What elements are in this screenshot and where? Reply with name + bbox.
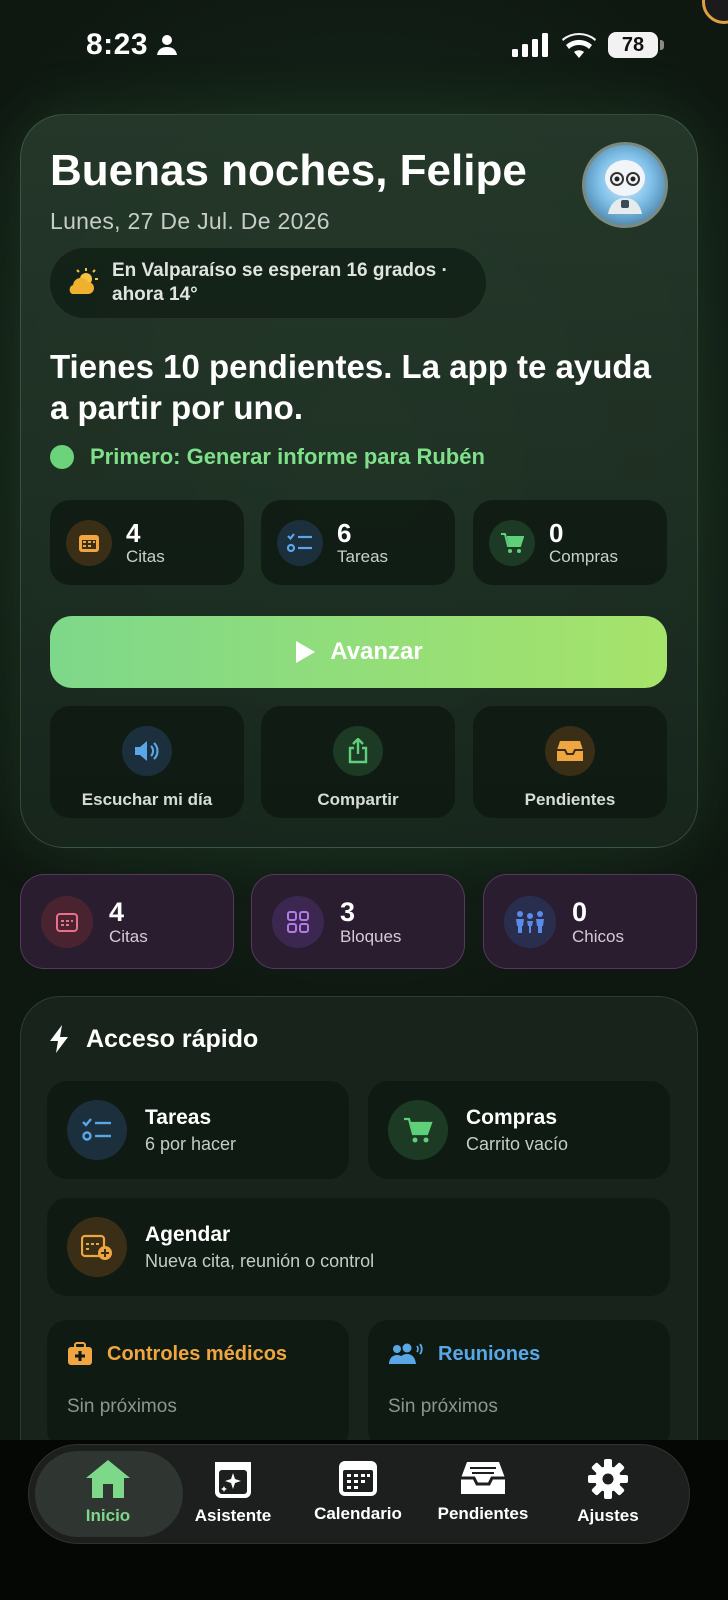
quick-subtitle: Carrito vacío (466, 1133, 569, 1154)
medical-controls-title: Controles médicos (107, 1342, 288, 1365)
nav-pendientes[interactable]: Pendientes (421, 1458, 545, 1524)
nav-label: Ajustes (577, 1506, 639, 1525)
stat-value: 4 (126, 517, 141, 548)
share-icon (333, 726, 383, 776)
calendar-icon (66, 519, 112, 566)
summary-label: Chicos (572, 926, 624, 946)
quick-agendar[interactable]: Agendar Nueva cita, reunión o control (47, 1198, 670, 1296)
grid-icon (272, 895, 324, 948)
meetings-subtitle: Sin próximos (388, 1396, 498, 1417)
bolt-icon (50, 1025, 68, 1053)
quick-access-title: Acceso rápido (48, 1024, 258, 1054)
stat-value: 6 (337, 517, 352, 548)
summary-value: 3 (340, 896, 356, 927)
quick-title: Compras (466, 1105, 558, 1129)
status-dot-icon (50, 445, 74, 469)
pending-headline: Tienes 10 pendientes. La app te ayuda a … (50, 348, 651, 426)
advance-button-label: Avanzar (330, 638, 423, 665)
nav-label: Pendientes (437, 1504, 529, 1523)
nav-label: Calendario (314, 1504, 402, 1523)
stat-tareas[interactable]: 6 Tareas (261, 500, 455, 585)
home-icon (86, 1460, 130, 1498)
robot-icon (605, 160, 645, 214)
battery-indicator: 78 (608, 32, 664, 58)
date-label: Lunes, 27 De Jul. De 2026 (50, 208, 330, 234)
summary-value: 4 (109, 896, 125, 927)
checklist-icon (277, 519, 323, 566)
medical-controls-card[interactable]: Controles médicos Sin próximos (47, 1320, 349, 1450)
stat-label: Compras (549, 546, 618, 566)
inbox-icon (461, 1462, 505, 1494)
nav-calendario[interactable]: Calendario (296, 1458, 420, 1524)
summary-bloques[interactable]: 3 Bloques (251, 874, 465, 969)
first-task[interactable]: Primero: Generar informe para Rubén (50, 444, 485, 470)
nav-inicio[interactable]: Inicio (46, 1458, 170, 1526)
medical-kit-icon (68, 1342, 92, 1365)
avatar[interactable] (582, 142, 668, 228)
partly-sunny-icon (69, 268, 98, 294)
gear-icon (588, 1459, 628, 1499)
inbox-icon (545, 726, 595, 776)
family-icon (504, 895, 556, 948)
meetings-card[interactable]: Reuniones Sin próximos (368, 1320, 670, 1450)
greeting: Buenas noches, Felipe (50, 146, 527, 195)
summary-chicos[interactable]: 0 Chicos (483, 874, 697, 969)
stat-value: 0 (549, 517, 564, 548)
meetings-title: Reuniones (438, 1342, 541, 1365)
quick-subtitle: Nueva cita, reunión o control (145, 1250, 375, 1271)
speaker-icon (122, 726, 172, 776)
quick-title: Tareas (145, 1105, 212, 1129)
corner-badge (702, 0, 728, 24)
calendar-add-icon (67, 1217, 127, 1277)
summary-label: Bloques (340, 926, 402, 946)
share-button[interactable]: Compartir (261, 706, 455, 818)
weather-text: En Valparaíso se esperan 16 grados · aho… (112, 260, 448, 305)
advance-button[interactable]: Avanzar (50, 616, 667, 688)
status-time: 8:23 (86, 28, 178, 62)
nav-label: Asistente (194, 1506, 272, 1525)
play-icon (296, 641, 316, 663)
nav-ajustes[interactable]: Ajustes (546, 1458, 670, 1526)
assistant-icon (215, 1462, 251, 1498)
stat-compras[interactable]: 0 Compras (473, 500, 667, 585)
action-label: Escuchar mi día (81, 790, 213, 809)
calendar-icon (339, 1461, 377, 1496)
summary-value: 0 (572, 896, 588, 927)
nav-label: Inicio (85, 1506, 131, 1525)
stat-label: Citas (126, 546, 165, 566)
status-indicators: 78 (512, 32, 664, 58)
weather-pill[interactable]: En Valparaíso se esperan 16 grados · aho… (50, 248, 486, 318)
medical-controls-subtitle: Sin próximos (67, 1396, 177, 1417)
stat-citas[interactable]: 4 Citas (50, 500, 244, 585)
cart-icon (489, 519, 535, 566)
stat-label: Tareas (337, 546, 389, 566)
pending-button[interactable]: Pendientes (473, 706, 667, 818)
calendar-icon (41, 895, 93, 948)
action-label: Pendientes (524, 790, 616, 809)
meeting-people-icon (389, 1343, 423, 1364)
action-label: Compartir (317, 790, 399, 809)
nav-asistente[interactable]: Asistente (171, 1458, 295, 1526)
quick-tareas[interactable]: Tareas 6 por hacer (47, 1081, 349, 1179)
first-task-label: Primero: Generar informe para Rubén (90, 444, 485, 469)
listen-day-button[interactable]: Escuchar mi día (50, 706, 244, 818)
quick-subtitle: 6 por hacer (145, 1133, 237, 1154)
quick-title: Agendar (145, 1222, 231, 1246)
wifi-icon (562, 32, 596, 58)
cart-icon (388, 1100, 448, 1160)
person-icon (157, 35, 178, 55)
summary-label: Citas (109, 926, 148, 946)
signal-icon (512, 33, 548, 57)
quick-compras[interactable]: Compras Carrito vacío (368, 1081, 670, 1179)
checklist-icon (67, 1100, 127, 1160)
summary-citas[interactable]: 4 Citas (20, 874, 234, 969)
